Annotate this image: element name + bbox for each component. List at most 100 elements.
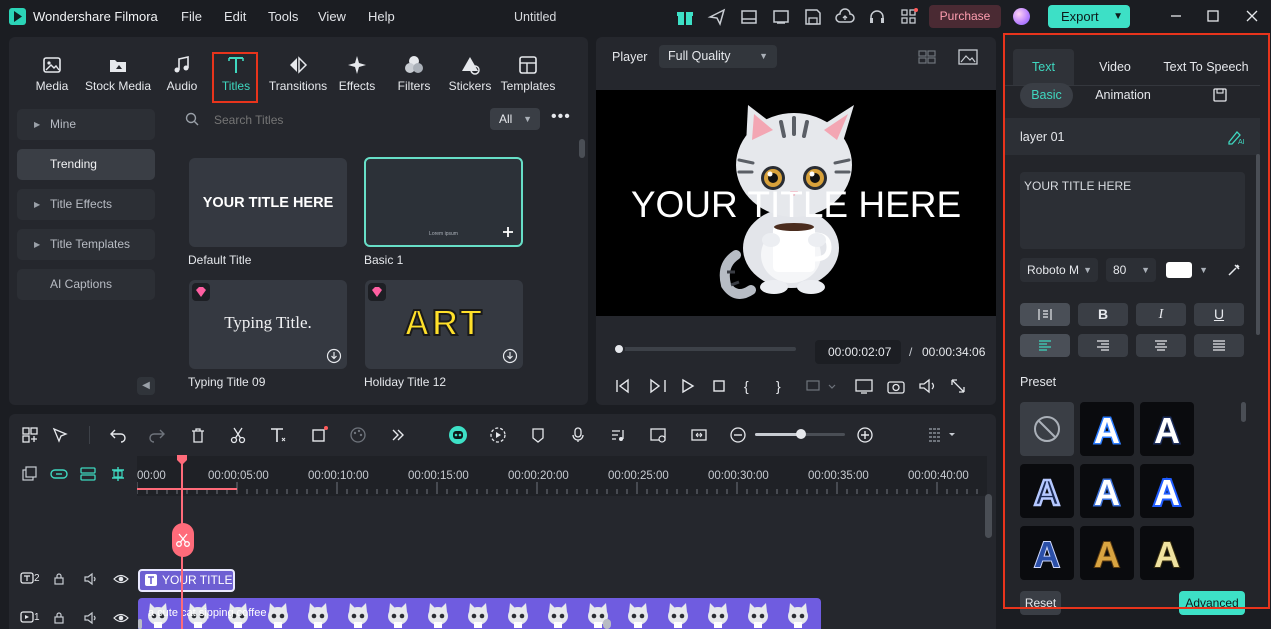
text-color-picker[interactable]: ▼ [1164, 258, 1214, 282]
apps-grid-icon[interactable] [899, 7, 919, 27]
layout-grid-icon[interactable] [21, 426, 39, 444]
align-right-button[interactable] [1078, 334, 1128, 357]
undo-icon[interactable] [109, 426, 127, 444]
tab-stickers[interactable]: Stickers [447, 37, 493, 101]
layout-icon[interactable] [739, 7, 759, 27]
sidebar-item-trending[interactable]: Trending [17, 149, 155, 180]
select-tool-icon[interactable] [51, 426, 69, 444]
layer-row[interactable]: layer 01 AI [1005, 118, 1260, 155]
media-settings-icon[interactable] [649, 426, 667, 444]
track-layout-icon[interactable] [927, 426, 955, 444]
ai-assistant-icon[interactable] [448, 425, 468, 445]
lock-icon[interactable] [52, 572, 66, 586]
crop-icon[interactable] [310, 426, 328, 444]
underline-button[interactable]: U [1194, 303, 1244, 326]
bold-button[interactable]: B [1078, 303, 1128, 326]
snap-icon[interactable] [109, 465, 127, 483]
title-card-default[interactable]: YOUR TITLE HERE [189, 158, 347, 247]
video-clip[interactable]: a cute cat sipping coffee [138, 598, 821, 629]
current-time[interactable]: 00:00:02:07 [815, 340, 901, 364]
monitor-icon[interactable] [771, 7, 791, 27]
speaker-icon[interactable] [83, 611, 97, 625]
tab-effects[interactable]: Effects [336, 37, 378, 101]
menu-file[interactable]: File [181, 9, 202, 24]
eye-icon[interactable] [113, 611, 129, 625]
preset-white-blue-outline[interactable]: A [1080, 464, 1134, 518]
subtab-animation[interactable]: Animation [1087, 83, 1159, 108]
sidebar-item-mine[interactable]: ▶ Mine [17, 109, 155, 140]
gift-icon[interactable] [675, 7, 695, 27]
eye-icon[interactable] [113, 572, 129, 586]
fit-timeline-icon[interactable] [690, 426, 708, 444]
track-manager-icon[interactable] [79, 466, 97, 482]
avatar[interactable] [1013, 8, 1030, 25]
speaker-icon[interactable] [83, 572, 97, 586]
preset-blue-glow[interactable]: A [1080, 402, 1134, 456]
tab-stock-media[interactable]: Stock Media [81, 37, 155, 101]
align-center-button[interactable] [1136, 334, 1186, 357]
download-icon[interactable] [326, 348, 342, 364]
title-card-basic-1[interactable]: Lorem ipsum [364, 157, 523, 247]
minimize-icon[interactable] [1168, 8, 1184, 24]
tab-filters[interactable]: Filters [394, 37, 434, 101]
tab-video[interactable]: Video [1084, 49, 1146, 85]
align-justify-button[interactable] [1194, 334, 1244, 357]
progress-knob[interactable] [612, 343, 625, 355]
timeline-scrollbar[interactable] [985, 494, 992, 538]
font-size-dropdown[interactable]: 80 ▼ [1106, 258, 1156, 282]
preset-gold[interactable]: A [1080, 526, 1134, 580]
preview-title-text[interactable]: YOUR TITLE HERE [596, 184, 996, 226]
preset-navy[interactable]: A [1020, 526, 1074, 580]
more-options-icon[interactable]: ••• [551, 108, 571, 126]
scissors-icon[interactable] [229, 426, 247, 444]
title-card-typing[interactable]: Typing Title. [189, 280, 347, 369]
tab-media[interactable]: Media [31, 37, 73, 101]
add-track-icon[interactable] [21, 466, 37, 482]
zoom-out-icon[interactable] [729, 426, 747, 444]
menu-view[interactable]: View [318, 9, 346, 24]
sidebar-item-ai-captions[interactable]: AI Captions [17, 269, 155, 300]
title-card-holiday[interactable]: ART [365, 280, 523, 369]
close-icon[interactable] [1244, 8, 1260, 24]
title-clip[interactable]: YOUR TITLE... [138, 569, 235, 592]
text-content-field[interactable]: YOUR TITLE HERE [1020, 172, 1245, 249]
ai-edit-icon[interactable]: AI [1226, 128, 1246, 146]
align-left-button[interactable] [1020, 334, 1070, 357]
menu-tools[interactable]: Tools [268, 9, 298, 24]
lock-icon[interactable] [52, 611, 66, 625]
snapshot-view-icon[interactable] [958, 48, 978, 66]
subtab-basic[interactable]: Basic [1020, 83, 1073, 108]
eyedropper-icon[interactable] [1226, 262, 1242, 278]
menu-help[interactable]: Help [368, 9, 395, 24]
timeline-ruler[interactable]: 00:00 00:00:05:00 00:00:10:00 00:00:15:00 00… [137, 456, 987, 496]
character-spacing-button[interactable] [1020, 303, 1070, 326]
tab-text[interactable]: Text [1013, 49, 1074, 85]
text-tool-icon[interactable] [269, 426, 287, 444]
export-button[interactable]: Export ▼ [1048, 5, 1130, 28]
clip-trim-handle-mid[interactable] [603, 619, 611, 629]
preset-scrollbar[interactable] [1241, 402, 1246, 422]
tab-audio[interactable]: Audio [162, 37, 202, 101]
clip-trim-handle-left[interactable] [138, 619, 142, 629]
send-icon[interactable] [707, 7, 727, 27]
cloud-upload-icon[interactable] [835, 7, 855, 27]
preset-none[interactable] [1020, 402, 1074, 456]
panel-scrollbar[interactable] [1256, 154, 1260, 335]
sidebar-item-title-templates[interactable]: ▶ Title Templates [17, 229, 155, 260]
headset-icon[interactable] [867, 7, 887, 27]
marker-icon[interactable] [529, 426, 547, 444]
font-dropdown[interactable]: Roboto M ▼ [1020, 258, 1098, 282]
microphone-icon[interactable] [569, 426, 587, 444]
filter-dropdown[interactable]: All ▼ [490, 108, 540, 130]
delete-icon[interactable] [189, 426, 207, 444]
auto-beat-icon[interactable] [489, 426, 507, 444]
more-tools-icon[interactable] [389, 426, 407, 444]
link-clips-icon[interactable] [49, 467, 69, 481]
preset-white-black[interactable]: A [1140, 402, 1194, 456]
tab-templates[interactable]: Templates [499, 37, 557, 101]
preset-light-gold[interactable]: A [1140, 526, 1194, 580]
collapse-sidebar-button[interactable]: ◀ [137, 377, 155, 395]
split-at-playhead-button[interactable] [172, 523, 194, 557]
color-palette-icon[interactable] [349, 426, 367, 444]
maximize-icon[interactable] [1205, 8, 1221, 24]
